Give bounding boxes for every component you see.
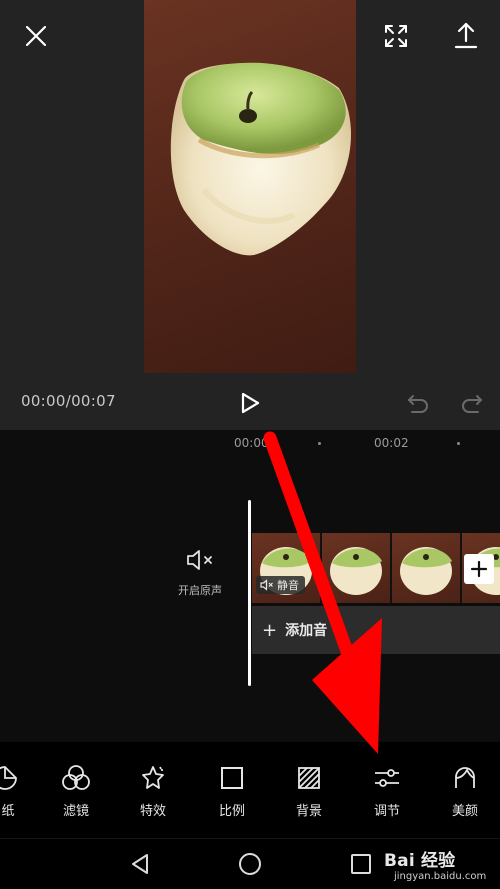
export-button[interactable] (450, 18, 482, 52)
back-button[interactable] (125, 851, 155, 877)
fullscreen-icon (385, 25, 407, 47)
home-button[interactable] (235, 851, 265, 877)
tool-background-label: 背景 (295, 804, 322, 819)
tool-beauty[interactable]: 美颜 (430, 764, 500, 819)
plus-icon (470, 560, 488, 578)
tool-filter[interactable]: 滤镜 (41, 764, 111, 819)
video-frame[interactable] (144, 0, 356, 373)
add-audio-label: 添加音 (285, 623, 328, 639)
sticker-icon (0, 766, 17, 790)
edit-toolbar: 纸 滤镜 特效 比例 背景 调节 美颜 (0, 742, 500, 838)
baidu-jingyan-watermark: Bai 经验 jingyan.baidu.com (384, 846, 500, 889)
tool-adjust-label: 调节 (373, 804, 400, 819)
beauty-icon (455, 767, 475, 788)
ruler-dot (318, 442, 321, 445)
ruler-time-0: 00:00 (234, 436, 269, 450)
plus-icon: + (262, 619, 278, 641)
speaker-muted-icon (187, 550, 212, 570)
add-clip-button[interactable] (464, 554, 494, 584)
filter-icon (62, 765, 90, 790)
timeline[interactable]: 00:00 00:02 开启原声 静音 + 添加音 (0, 430, 500, 742)
original-sound-toggle[interactable]: 开启原声 (170, 548, 230, 598)
speaker-muted-icon (260, 579, 273, 591)
close-button[interactable] (20, 20, 52, 52)
watermark-url: jingyan.baidu.com (394, 871, 487, 882)
close-icon (25, 25, 47, 47)
mute-label: 静音 (277, 579, 299, 592)
undo-icon (408, 395, 428, 413)
effects-icon (142, 766, 164, 789)
tool-ratio-label: 比例 (218, 804, 245, 819)
redo-button[interactable] (458, 390, 486, 416)
tool-effects[interactable]: 特效 (118, 764, 188, 819)
mute-badge: 静音 (256, 576, 305, 594)
timecode: 00:00/00:07 (21, 392, 116, 410)
tool-sticker-label: 纸 (1, 804, 15, 819)
clip-thumbnail (392, 533, 462, 603)
tool-sticker[interactable]: 纸 (0, 764, 40, 819)
apple-image (170, 62, 351, 256)
back-triangle-icon (132, 854, 148, 874)
tool-ratio[interactable]: 比例 (197, 764, 267, 819)
ratio-icon (221, 767, 243, 789)
undo-button[interactable] (404, 390, 432, 416)
tool-filter-label: 滤镜 (62, 804, 89, 819)
clip-thumbnail (322, 533, 392, 603)
recents-square-icon (351, 854, 371, 874)
fullscreen-button[interactable] (380, 20, 412, 52)
watermark-main: Bai 经验 (384, 851, 456, 871)
play-button[interactable] (235, 388, 265, 418)
home-circle-icon (239, 853, 261, 875)
ruler-time-2: 00:02 (374, 436, 409, 450)
add-audio-track[interactable]: + 添加音 (252, 606, 500, 654)
background-icon (298, 767, 320, 789)
ruler-dot (457, 442, 460, 445)
redo-icon (462, 395, 482, 413)
adjust-icon (375, 769, 399, 787)
export-icon (454, 22, 478, 49)
tool-beauty-label: 美颜 (451, 804, 478, 819)
tool-effects-label: 特效 (139, 804, 166, 819)
tool-adjust[interactable]: 调节 (352, 764, 422, 819)
recents-button[interactable] (346, 851, 376, 877)
play-icon (241, 392, 260, 414)
original-sound-label: 开启原声 (178, 584, 222, 597)
tool-background[interactable]: 背景 (274, 764, 344, 819)
video-preview-area: 00:00/00:07 (0, 0, 500, 430)
playhead[interactable] (248, 500, 251, 686)
